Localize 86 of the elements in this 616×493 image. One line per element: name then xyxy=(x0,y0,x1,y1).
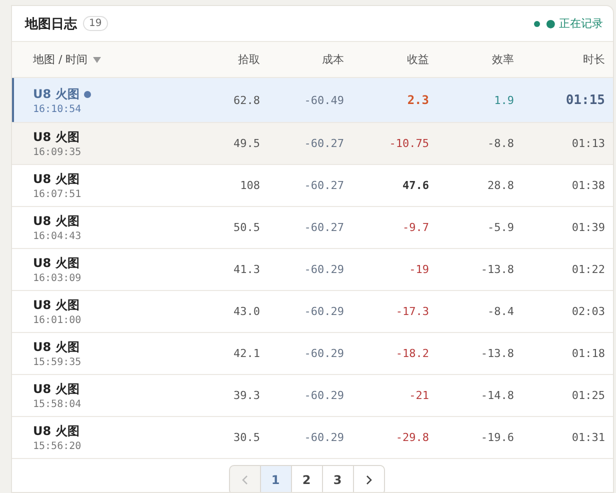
chevron-right-icon xyxy=(366,475,372,485)
page-button[interactable]: 1 xyxy=(260,465,292,492)
table-cell-text: -17.3 xyxy=(394,305,429,318)
table-row[interactable]: U8 火图 16:07:51 108 -60.27 47.6 28.8 01:38 xyxy=(12,165,613,207)
table-cell-text: 47.6 xyxy=(402,179,429,192)
map-name: U8 火图 xyxy=(33,129,80,146)
table-cell-text: -18.2 xyxy=(394,347,429,360)
map-name: U8 火图 xyxy=(33,171,80,188)
start-time: 16:01:00 xyxy=(33,315,82,326)
table-cell-text: -29.8 xyxy=(394,431,429,444)
table-cell-text: -60.49 xyxy=(303,94,344,106)
sort-caret-icon xyxy=(92,56,101,62)
table-cell-text: 2.3 xyxy=(406,93,429,107)
column-header[interactable]: 拾取 xyxy=(238,52,260,67)
map-name: U8 火图 xyxy=(33,213,80,230)
table-row[interactable]: U8 火图 16:01:00 43.0 -60.29 -17.3 -8.4 02:03 xyxy=(12,291,613,333)
table-cell-text: 01:25 xyxy=(570,389,605,402)
table-row[interactable]: U8 火图 16:04:43 50.5 -60.27 -9.7 -5.9 01:39 xyxy=(12,207,613,249)
table-cell-text: 30.5 xyxy=(232,431,260,444)
table-cell-text: -13.8 xyxy=(480,347,514,360)
table-row[interactable]: U8 火图 15:56:20 30.5 -60.29 -29.8 -19.6 01:31 xyxy=(12,417,613,459)
table-cell-text: 39.3 xyxy=(232,389,260,402)
table-cell-text: 43.0 xyxy=(232,305,260,318)
column-header[interactable]: 成本 xyxy=(322,52,344,67)
table-row[interactable]: U8 火图 16:03:09 41.3 -60.29 -19 -13.8 01:22 xyxy=(12,249,613,291)
table-cell-text: -60.29 xyxy=(303,347,344,360)
table-cell-text: 41.3 xyxy=(232,263,260,276)
table-cell-text: -10.75 xyxy=(388,137,429,150)
table-cell-text: 01:22 xyxy=(570,263,605,276)
table-cell-text: -60.29 xyxy=(303,263,344,276)
table-cell-text: -60.29 xyxy=(303,431,344,444)
start-time: 16:04:43 xyxy=(33,231,82,242)
panel-title: 地图日志 xyxy=(25,16,77,32)
start-time: 15:59:35 xyxy=(33,357,82,368)
table-cell-text: 01:31 xyxy=(570,431,605,444)
column-header[interactable]: 时长 xyxy=(583,52,605,67)
table-cell-text: -19 xyxy=(408,263,429,276)
table-cell-text: 42.1 xyxy=(232,347,260,360)
start-time: 16:09:35 xyxy=(33,147,82,158)
map-name: U8 火图 xyxy=(33,381,80,398)
chevron-left-icon xyxy=(242,475,248,485)
table-cell-text: 1.9 xyxy=(493,94,514,106)
map-name: U8 火图 xyxy=(33,86,80,102)
table-cell-text: -5.9 xyxy=(486,221,514,234)
table-cell-text: 01:18 xyxy=(570,347,605,360)
column-header[interactable]: 收益 xyxy=(407,52,429,67)
table-cell-text: 49.5 xyxy=(232,137,260,150)
next-page-button[interactable] xyxy=(352,465,384,492)
table-row[interactable]: U8 火图 15:59:35 42.1 -60.29 -18.2 -13.8 01:18 xyxy=(12,333,613,375)
table-cell-text: 01:39 xyxy=(570,221,605,234)
table-cell-text: -8.8 xyxy=(486,137,514,150)
table-row[interactable]: U8 火图 16:09:35 49.5 -60.27 -10.75 -8.8 01:13 xyxy=(12,123,613,165)
table-cell-text: 28.8 xyxy=(486,179,514,192)
map-name: U8 火图 xyxy=(33,297,80,314)
table-cell-text: 02:03 xyxy=(570,305,605,318)
table-cell-text: 50.5 xyxy=(232,221,260,234)
start-time: 15:56:20 xyxy=(33,441,82,452)
table-cell-text: -60.29 xyxy=(303,305,344,318)
table-cell-text: 62.8 xyxy=(232,94,260,106)
table-cell-text: -9.7 xyxy=(402,221,429,234)
table-row[interactable]: U8 火图 15:58:04 39.3 -60.29 -21 -14.8 01:25 xyxy=(12,375,613,417)
start-time: 15:58:04 xyxy=(33,399,82,410)
recording-status: ● 正在记录 xyxy=(546,16,603,31)
table-cell-text: -60.27 xyxy=(303,137,344,150)
column-header[interactable]: 效率 xyxy=(492,52,514,67)
map-name: U8 火图 xyxy=(33,423,80,440)
column-header[interactable]: 地图 / 时间 xyxy=(33,52,88,67)
table-cell-text: 01:13 xyxy=(570,137,605,150)
table-cell-text: -21 xyxy=(408,389,429,402)
table-cell-text: 01:38 xyxy=(570,179,605,192)
map-name: U8 火图 xyxy=(33,339,80,356)
table-cell-text: 01:15 xyxy=(564,92,605,108)
table-cell-text: -8.4 xyxy=(486,305,514,318)
table-cell-text: -13.8 xyxy=(480,263,514,276)
table-cell-text: -60.27 xyxy=(303,179,344,192)
start-time: 16:07:51 xyxy=(33,189,82,200)
count-badge: 19 xyxy=(83,16,108,31)
table-cell-text: -60.29 xyxy=(303,389,344,402)
map-name: U8 火图 xyxy=(33,255,80,272)
table-row[interactable]: U8 火图 16:10:54 62.8 -60.49 2.3 1.9 01:15 xyxy=(12,78,613,123)
table-cell-text: -14.8 xyxy=(480,389,514,402)
table-cell-text: -19.6 xyxy=(480,431,514,444)
start-time: 16:03:09 xyxy=(33,273,82,284)
table-cell-text: -60.27 xyxy=(303,221,344,234)
start-time: 16:10:54 xyxy=(33,104,82,114)
table-cell-text: 108 xyxy=(239,179,260,192)
